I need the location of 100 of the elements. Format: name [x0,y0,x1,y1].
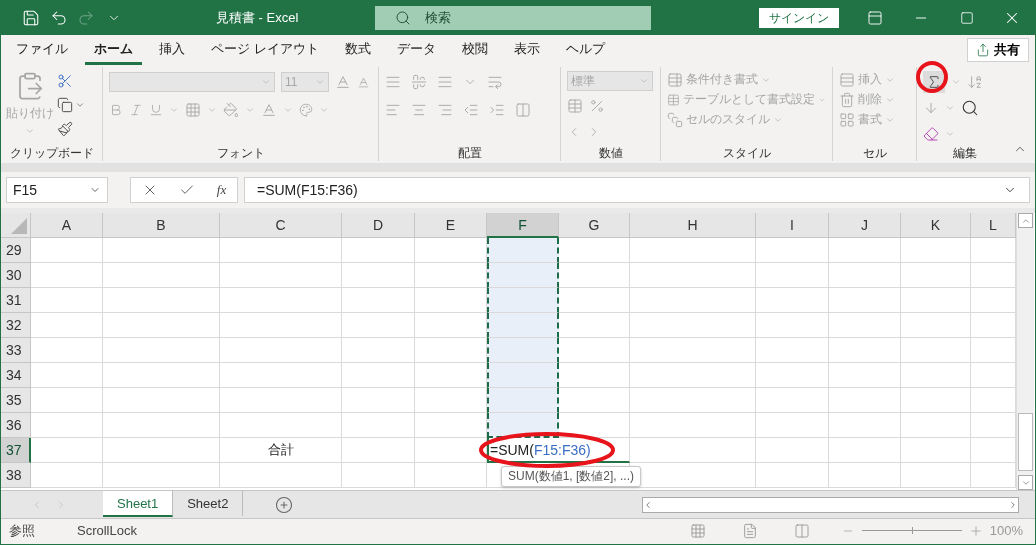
empty-cell[interactable] [630,263,756,288]
sheet-tab[interactable]: Sheet2 [173,491,244,517]
empty-cell[interactable] [829,288,901,313]
scroll-thumb[interactable] [1018,413,1033,471]
empty-cell[interactable] [220,288,342,313]
column-header[interactable]: A [31,213,103,238]
row-header[interactable]: 36 [1,413,31,438]
empty-cell[interactable] [342,388,415,413]
add-sheet-icon[interactable] [275,495,294,514]
empty-cell[interactable] [901,288,971,313]
select-all-button[interactable] [1,213,31,238]
column-header[interactable]: D [342,213,415,238]
empty-cell[interactable] [829,263,901,288]
empty-cell[interactable] [756,463,829,488]
row-header[interactable]: 33 [1,338,31,363]
column-header[interactable]: B [103,213,220,238]
empty-cell[interactable] [901,313,971,338]
empty-cell[interactable] [103,388,220,413]
empty-cell[interactable] [103,338,220,363]
row-header[interactable]: 29 [1,238,31,263]
empty-cell[interactable] [829,388,901,413]
column-header[interactable]: J [829,213,901,238]
share-button[interactable]: 共有 [967,38,1029,62]
empty-cell[interactable] [901,388,971,413]
ribbon-tab[interactable]: 表示 [504,35,549,65]
empty-cell[interactable] [901,413,971,438]
row-header[interactable]: 30 [1,263,31,288]
name-box[interactable]: F15 [6,177,108,203]
normal-view-icon[interactable] [689,522,706,539]
empty-cell[interactable] [756,388,829,413]
empty-cell[interactable] [901,363,971,388]
ribbon-display-icon[interactable] [867,10,884,26]
empty-cell[interactable] [901,338,971,363]
column-header[interactable]: I [756,213,829,238]
save-icon[interactable] [21,9,40,27]
cell-icon[interactable] [839,71,855,88]
empty-cell[interactable] [756,438,829,463]
search-icon[interactable] [394,10,411,26]
empty-cell[interactable] [756,338,829,363]
ribbon-tab[interactable]: ページ レイアウト [202,35,328,65]
empty-cell[interactable] [756,313,829,338]
empty-cell[interactable] [901,263,971,288]
empty-cell[interactable] [220,363,342,388]
ribbon-tab[interactable]: データ [387,35,445,65]
empty-cell[interactable] [220,413,342,438]
empty-cell[interactable] [756,238,829,263]
empty-cell[interactable] [342,338,415,363]
empty-cell[interactable] [829,338,901,363]
column-header[interactable]: L [971,213,1016,238]
empty-cell[interactable] [342,288,415,313]
ribbon-tab[interactable]: ホーム [85,35,142,65]
empty-cell[interactable] [103,288,220,313]
empty-cell[interactable] [829,463,901,488]
empty-cell[interactable] [630,313,756,338]
empty-cell[interactable] [630,438,756,463]
empty-cell[interactable] [342,238,415,263]
empty-cell[interactable] [220,313,342,338]
style-icon[interactable] [667,71,683,88]
scroll-right-icon[interactable] [1008,499,1018,510]
caret-icon[interactable] [639,76,649,86]
ribbon-tab[interactable]: 数式 [335,35,380,65]
empty-cell[interactable] [220,388,342,413]
empty-cell[interactable] [342,263,415,288]
sign-in-button[interactable]: サインイン [758,8,839,28]
row-header[interactable]: 31 [1,288,31,313]
undo-icon[interactable] [49,9,68,27]
column-header[interactable]: E [415,213,487,238]
caret-icon[interactable] [315,77,325,87]
empty-cell[interactable] [630,388,756,413]
column-header[interactable]: H [630,213,756,238]
empty-cell[interactable] [901,238,971,263]
empty-cell[interactable] [630,238,756,263]
empty-cell[interactable] [415,463,487,488]
empty-cell[interactable] [342,463,415,488]
empty-cell[interactable] [630,413,756,438]
column-header[interactable]: F [487,213,559,238]
empty-cell[interactable] [103,313,220,338]
ribbon-tab[interactable]: 校閲 [452,35,497,65]
maximize-icon[interactable] [959,11,974,25]
empty-cell[interactable] [829,438,901,463]
ribbon-tab[interactable]: 挿入 [150,35,194,65]
empty-cell[interactable] [756,288,829,313]
empty-cell[interactable] [829,313,901,338]
row-header[interactable]: 38 [1,463,31,488]
page-layout-icon[interactable] [741,522,758,539]
row-header[interactable]: 35 [1,388,31,413]
column-header[interactable]: G [559,213,630,238]
empty-cell[interactable] [415,438,487,463]
empty-cell[interactable] [630,288,756,313]
editing-cell[interactable]: =SUM(F15:F36) [487,438,630,463]
empty-cell[interactable] [103,438,220,463]
empty-cell[interactable] [103,263,220,288]
style-icon[interactable] [667,111,683,128]
cell-icon[interactable] [839,91,855,108]
empty-cell[interactable] [220,463,342,488]
empty-cell[interactable] [756,363,829,388]
insert-function-button[interactable]: fx [216,182,227,198]
empty-cell[interactable] [342,413,415,438]
search-field[interactable]: 検索 [374,6,651,30]
row-header[interactable]: 34 [1,363,31,388]
